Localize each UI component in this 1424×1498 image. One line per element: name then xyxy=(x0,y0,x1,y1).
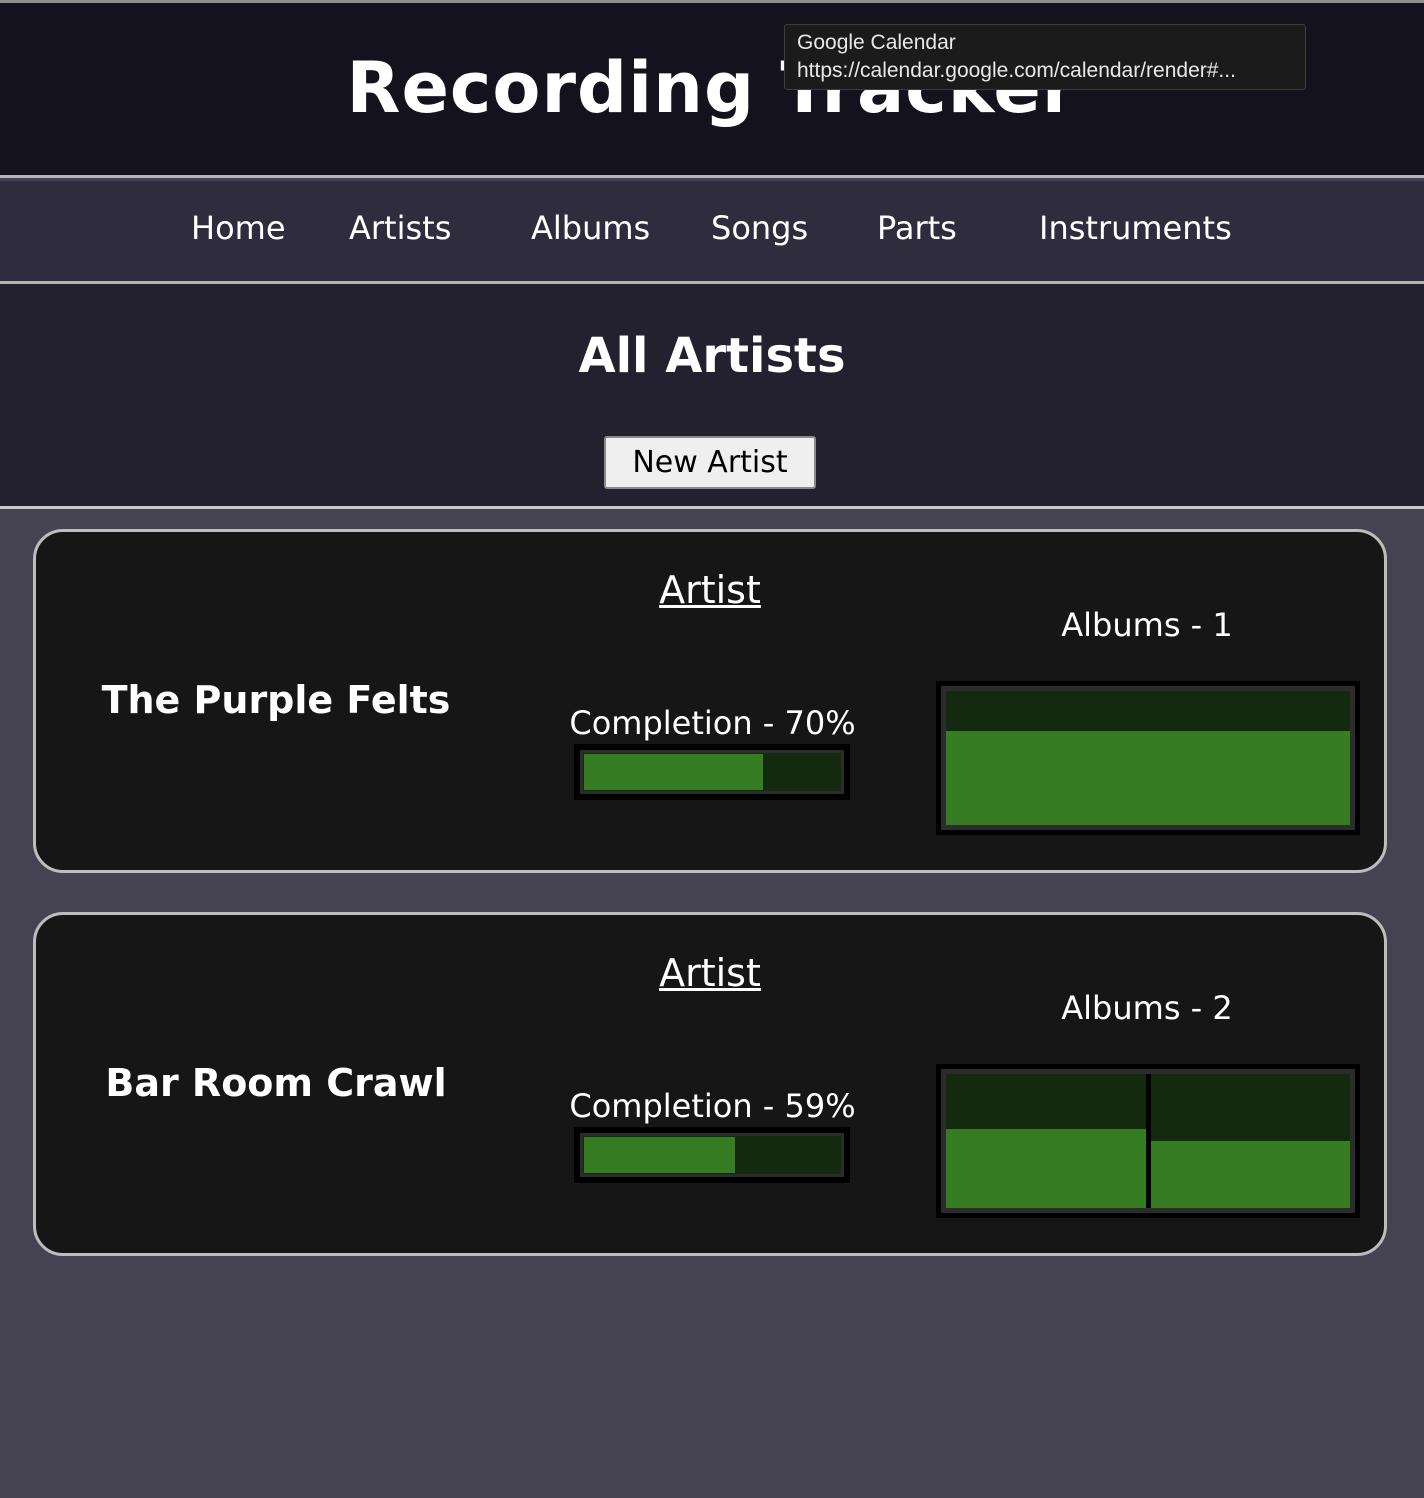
albums-count-label: Albums - 1 xyxy=(1061,606,1233,644)
nav-item-instruments[interactable]: Instruments xyxy=(1039,209,1232,247)
album-progress-bar[interactable] xyxy=(946,691,1350,825)
link-tooltip: Google Calendar https://calendar.google.… xyxy=(784,24,1306,90)
albums-bars xyxy=(946,1074,1350,1208)
completion-progress-fill xyxy=(584,754,764,790)
nav-item-songs[interactable]: Songs xyxy=(711,209,808,247)
nav-item-artists[interactable]: Artists xyxy=(349,209,451,247)
album-progress-fill xyxy=(1150,1141,1350,1208)
albums-progress-chart xyxy=(936,1064,1360,1218)
nav-item-home[interactable]: Home xyxy=(191,209,286,247)
album-progress-fill xyxy=(946,1128,1146,1208)
nav-item-albums[interactable]: Albums xyxy=(531,209,650,247)
artist-card[interactable]: Artist The Purple Felts Completion - 70%… xyxy=(33,529,1387,873)
nav-item-parts[interactable]: Parts xyxy=(877,209,957,247)
page-title: All Artists xyxy=(578,328,846,384)
album-progress-fill xyxy=(946,731,1350,825)
completion-progress-bar xyxy=(574,744,850,800)
artist-card[interactable]: Artist Bar Room Crawl Completion - 59% A… xyxy=(33,912,1387,1256)
completion-progress-fill xyxy=(584,1137,736,1173)
page-header: All Artists New Artist xyxy=(0,284,1424,509)
album-progress-bar[interactable] xyxy=(946,1074,1146,1208)
completion-label: Completion - 70% xyxy=(569,704,856,742)
new-artist-button[interactable]: New Artist xyxy=(604,436,816,489)
completion-label: Completion - 59% xyxy=(569,1087,856,1125)
albums-progress-chart xyxy=(936,681,1360,835)
completion-progress-bar xyxy=(574,1127,850,1183)
main-nav: Home Artists Albums Songs Parts Instrume… xyxy=(0,181,1424,284)
albums-bars xyxy=(946,691,1350,825)
artist-name: The Purple Felts xyxy=(101,678,451,722)
albums-count-label: Albums - 2 xyxy=(1061,989,1233,1027)
tooltip-url: https://calendar.google.com/calendar/ren… xyxy=(797,59,1236,82)
artist-name: Bar Room Crawl xyxy=(105,1061,447,1105)
album-progress-bar[interactable] xyxy=(1150,1074,1350,1208)
tooltip-title: Google Calendar xyxy=(797,31,956,54)
